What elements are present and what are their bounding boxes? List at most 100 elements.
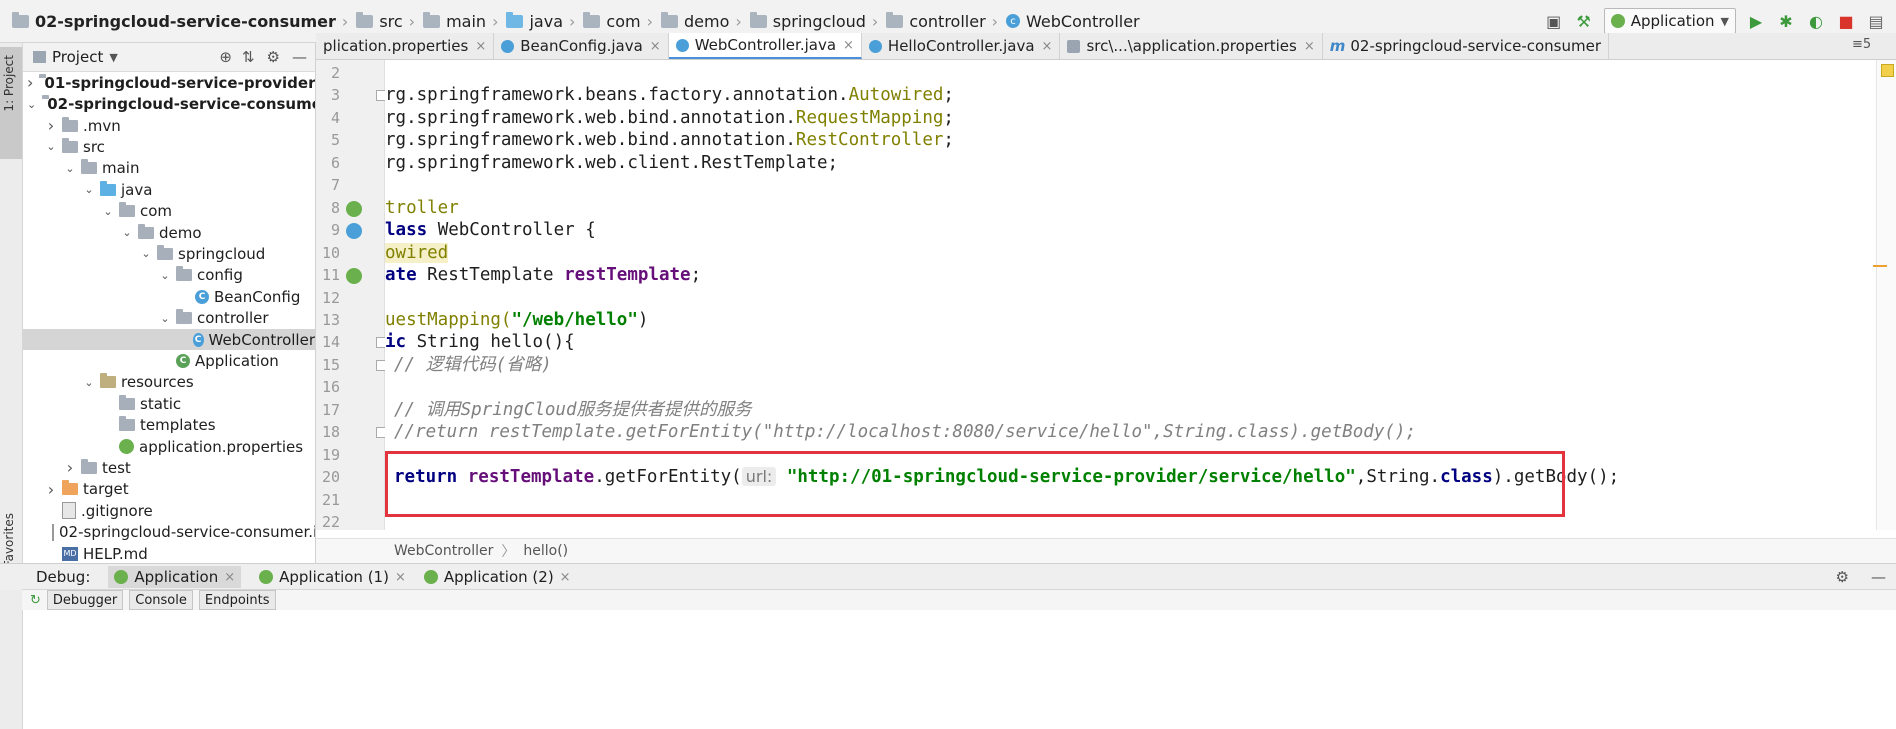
tab-webcontroller-java[interactable]: WebController.java ×: [668, 33, 862, 59]
run-icon[interactable]: ▶: [1746, 11, 1766, 31]
code-line[interactable]: ate RestTemplate restTemplate;: [385, 264, 701, 286]
endpoints-tab[interactable]: Endpoints: [198, 590, 276, 610]
tree-item-01-springcloud-service-provider[interactable]: ›01-springcloud-service-providerF:\Java_: [23, 72, 315, 94]
coverage-icon[interactable]: ◐: [1806, 11, 1826, 31]
tree-item-beanconfig[interactable]: C BeanConfig: [23, 286, 315, 308]
class-icon[interactable]: [346, 223, 362, 240]
breadcrumb-item-src[interactable]: src ›: [352, 11, 419, 31]
chevron-down-icon[interactable]: ⌄: [27, 98, 36, 111]
code-line[interactable]: rg.springframework.web.bind.annotation.R…: [385, 107, 954, 129]
debug-session-3[interactable]: Application (2) ×: [423, 568, 571, 586]
project-tool-tab[interactable]: 1: Project: [0, 47, 22, 159]
editor-crumb-class[interactable]: WebController: [394, 543, 493, 559]
close-icon[interactable]: ×: [560, 570, 571, 585]
code-line[interactable]: //return restTemplate.getForEntity("http…: [394, 421, 1416, 443]
breadcrumb-item-demo[interactable]: demo ›: [657, 11, 746, 31]
collapse-icon[interactable]: ⇅: [242, 48, 255, 66]
tree-item-test[interactable]: › test: [23, 457, 315, 479]
project-panel-title[interactable]: Project: [52, 48, 103, 66]
breadcrumb-item-main[interactable]: main ›: [419, 11, 502, 31]
tree-item-demo[interactable]: ⌄ demo: [23, 222, 315, 244]
breadcrumb-item-webcontroller[interactable]: c WebController: [1002, 12, 1140, 31]
code-line[interactable]: rg.springframework.web.bind.annotation.R…: [385, 129, 954, 151]
breadcrumb-item-com[interactable]: com ›: [579, 11, 657, 31]
crosshair-icon[interactable]: ⊕: [219, 48, 232, 66]
close-icon[interactable]: ×: [395, 570, 406, 585]
close-icon[interactable]: ×: [1042, 39, 1053, 54]
code-line[interactable]: lass WebController {: [385, 219, 596, 241]
debug-session-2[interactable]: Application (1) ×: [259, 568, 406, 586]
layout-icon[interactable]: ▣: [1544, 11, 1564, 31]
tree-item-mvn[interactable]: › .mvn: [23, 115, 315, 137]
tab-hellocontroller-java[interactable]: HelloController.java ×: [862, 33, 1061, 59]
run-config-select[interactable]: Application ▼: [1603, 8, 1736, 34]
close-icon[interactable]: ×: [1304, 39, 1315, 54]
editor-scrollbar[interactable]: [1873, 60, 1896, 530]
tree-item-springcloud[interactable]: ⌄ springcloud: [23, 243, 315, 265]
breadcrumb-item-java[interactable]: java ›: [502, 11, 579, 31]
tree-item-java[interactable]: ⌄ java: [23, 179, 315, 201]
tree-item-02-springcloud-service-consumer-iml[interactable]: 02-springcloud-service-consumer.iml: [23, 521, 315, 543]
tree-item-gitignore[interactable]: .gitignore: [23, 500, 315, 522]
hide-icon[interactable]: —: [1871, 568, 1886, 586]
close-icon[interactable]: ×: [650, 39, 661, 54]
chevron-down-icon[interactable]: ⌄: [103, 205, 113, 218]
chevron-right-icon[interactable]: ›: [46, 480, 56, 499]
close-icon[interactable]: ×: [224, 570, 235, 585]
tab-src-application-properties[interactable]: src\...\application.properties ×: [1060, 33, 1323, 59]
chevron-down-icon[interactable]: ⌄: [141, 247, 151, 260]
tree-item-resources[interactable]: ⌄ resources: [23, 372, 315, 394]
chevron-down-icon[interactable]: ⌄: [46, 140, 56, 153]
chevron-down-icon[interactable]: ⌄: [84, 376, 94, 389]
code-line[interactable]: troller: [385, 197, 459, 219]
breadcrumb-item-controller[interactable]: controller ›: [882, 11, 1002, 31]
tree-item-help-md[interactable]: MD HELP.md: [23, 543, 315, 563]
breadcrumb-item-02-springcloud-service-consumer[interactable]: 02-springcloud-service-consumer ›: [8, 11, 352, 31]
tree-item-controller[interactable]: ⌄ controller: [23, 307, 315, 329]
stop-icon[interactable]: ■: [1836, 11, 1856, 31]
code-line[interactable]: ic String hello(){: [385, 331, 575, 353]
code-line[interactable]: // 调用SpringCloud服务提供者提供的服务: [394, 399, 752, 421]
tree-item-com[interactable]: ⌄ com: [23, 200, 315, 222]
bean-icon[interactable]: [346, 200, 362, 217]
tree-item-main[interactable]: ⌄ main: [23, 158, 315, 180]
more-icon[interactable]: ▤: [1866, 11, 1886, 31]
chevron-down-icon[interactable]: ⌄: [84, 183, 94, 196]
chevron-right-icon[interactable]: ›: [27, 73, 33, 92]
gear-icon[interactable]: ⚙: [267, 48, 280, 66]
warning-marker[interactable]: [1873, 265, 1887, 267]
tree-item-static[interactable]: static: [23, 393, 315, 415]
chevron-right-icon[interactable]: ›: [46, 116, 56, 135]
inspection-status-icon[interactable]: [1881, 64, 1894, 77]
debug-session-1[interactable]: Application ×: [108, 566, 242, 588]
chevron-down-icon[interactable]: ⌄: [160, 312, 170, 325]
build-hammer-icon[interactable]: ⚒: [1574, 11, 1594, 31]
tab-02-springcloud-service-consumer[interactable]: m 02-springcloud-service-consumer: [1323, 33, 1610, 59]
tree-item-application[interactable]: C Application: [23, 350, 315, 372]
code-line[interactable]: rg.springframework.web.client.RestTempla…: [385, 152, 838, 174]
tree-item-config[interactable]: ⌄ config: [23, 265, 315, 287]
rerun-icon[interactable]: ↻: [30, 593, 41, 608]
tree-item-templates[interactable]: templates: [23, 414, 315, 436]
breadcrumb-item-springcloud[interactable]: springcloud ›: [746, 11, 883, 31]
chevron-down-icon[interactable]: ▼: [109, 51, 117, 64]
code-line[interactable]: uestMapping("/web/hello"): [385, 309, 648, 331]
code-line[interactable]: // 逻辑代码(省略): [394, 354, 552, 376]
chevron-down-icon[interactable]: ⌄: [65, 162, 75, 175]
gear-icon[interactable]: ⚙: [1836, 568, 1849, 586]
tree-item-webcontroller[interactable]: C WebController: [23, 328, 315, 351]
tab-beanconfig-java[interactable]: BeanConfig.java ×: [494, 33, 669, 59]
debugger-tab[interactable]: Debugger: [46, 590, 124, 610]
autowired-icon[interactable]: [346, 268, 362, 285]
tabs-overflow[interactable]: ≡5: [1852, 37, 1871, 52]
tree-item-application-properties[interactable]: application.properties: [23, 436, 315, 458]
chevron-down-icon[interactable]: ⌄: [160, 269, 170, 282]
tab-plication-properties[interactable]: plication.properties ×: [316, 33, 495, 59]
code-line[interactable]: owired: [385, 242, 449, 264]
hide-icon[interactable]: —: [292, 48, 307, 66]
code-line[interactable]: rg.springframework.beans.factory.annotat…: [385, 84, 954, 106]
debug-icon[interactable]: ✱: [1776, 11, 1796, 31]
chevron-down-icon[interactable]: ⌄: [122, 226, 132, 239]
close-icon[interactable]: ×: [843, 38, 854, 53]
tree-item-src[interactable]: ⌄ src: [23, 136, 315, 158]
